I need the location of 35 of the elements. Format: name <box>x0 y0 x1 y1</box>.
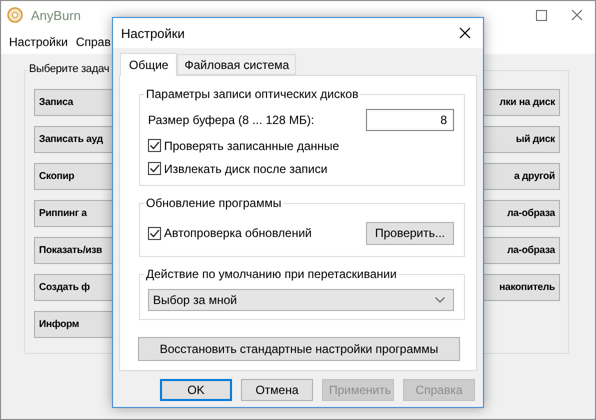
task-button[interactable]: Показать/изв <box>34 237 114 264</box>
task-button[interactable]: Риппинг а <box>34 200 114 227</box>
close-icon <box>571 9 583 21</box>
check-button[interactable]: Проверить... <box>366 222 454 244</box>
chevron-down-icon <box>435 297 445 303</box>
checkbox-label: Извлекать диск после записи <box>164 162 328 176</box>
group-label: Действие по умолчанию при перетаскивании <box>144 267 399 281</box>
dialog-button[interactable]: Отмена <box>241 379 313 401</box>
menu-item[interactable]: Настройки <box>5 34 72 48</box>
checkbox[interactable] <box>148 139 161 152</box>
task-button[interactable]: Записать ауд <box>34 126 114 153</box>
checkbox-label: Проверять записанные данные <box>164 138 340 152</box>
field-label: Размер буфера (8 ... 128 МБ): <box>148 113 314 127</box>
group-label: Параметры записи оптических дисков <box>144 87 360 101</box>
disc-icon <box>7 7 23 23</box>
tab[interactable]: Общие <box>120 53 178 76</box>
window-title: AnyBurn <box>31 8 81 22</box>
maximize-icon <box>536 10 546 20</box>
task-button[interactable]: Скопир <box>34 163 114 190</box>
task-button[interactable]: Информ <box>34 311 114 338</box>
checkbox-label: Автопроверка обновлений <box>164 226 312 240</box>
close-icon <box>459 27 471 39</box>
task-button[interactable]: Создать ф <box>34 274 114 301</box>
group-label: Выберите задач <box>27 63 112 75</box>
tab[interactable]: Файловая система <box>177 54 296 75</box>
dialog-button[interactable]: OK <box>160 379 232 401</box>
menu-item[interactable]: Справ <box>72 34 115 48</box>
task-button[interactable]: Записа <box>34 89 114 116</box>
dropdown[interactable]: Выбор за мной <box>148 289 454 311</box>
dialog-title: Настройки <box>121 26 185 40</box>
buffer-size-field[interactable]: 8 <box>366 109 454 131</box>
checkbox[interactable] <box>148 162 161 175</box>
checkbox[interactable] <box>148 226 161 240</box>
group-label: Обновление программы <box>144 196 284 210</box>
restore-defaults-button[interactable]: Восстановить стандартные настройки программы <box>138 337 460 361</box>
